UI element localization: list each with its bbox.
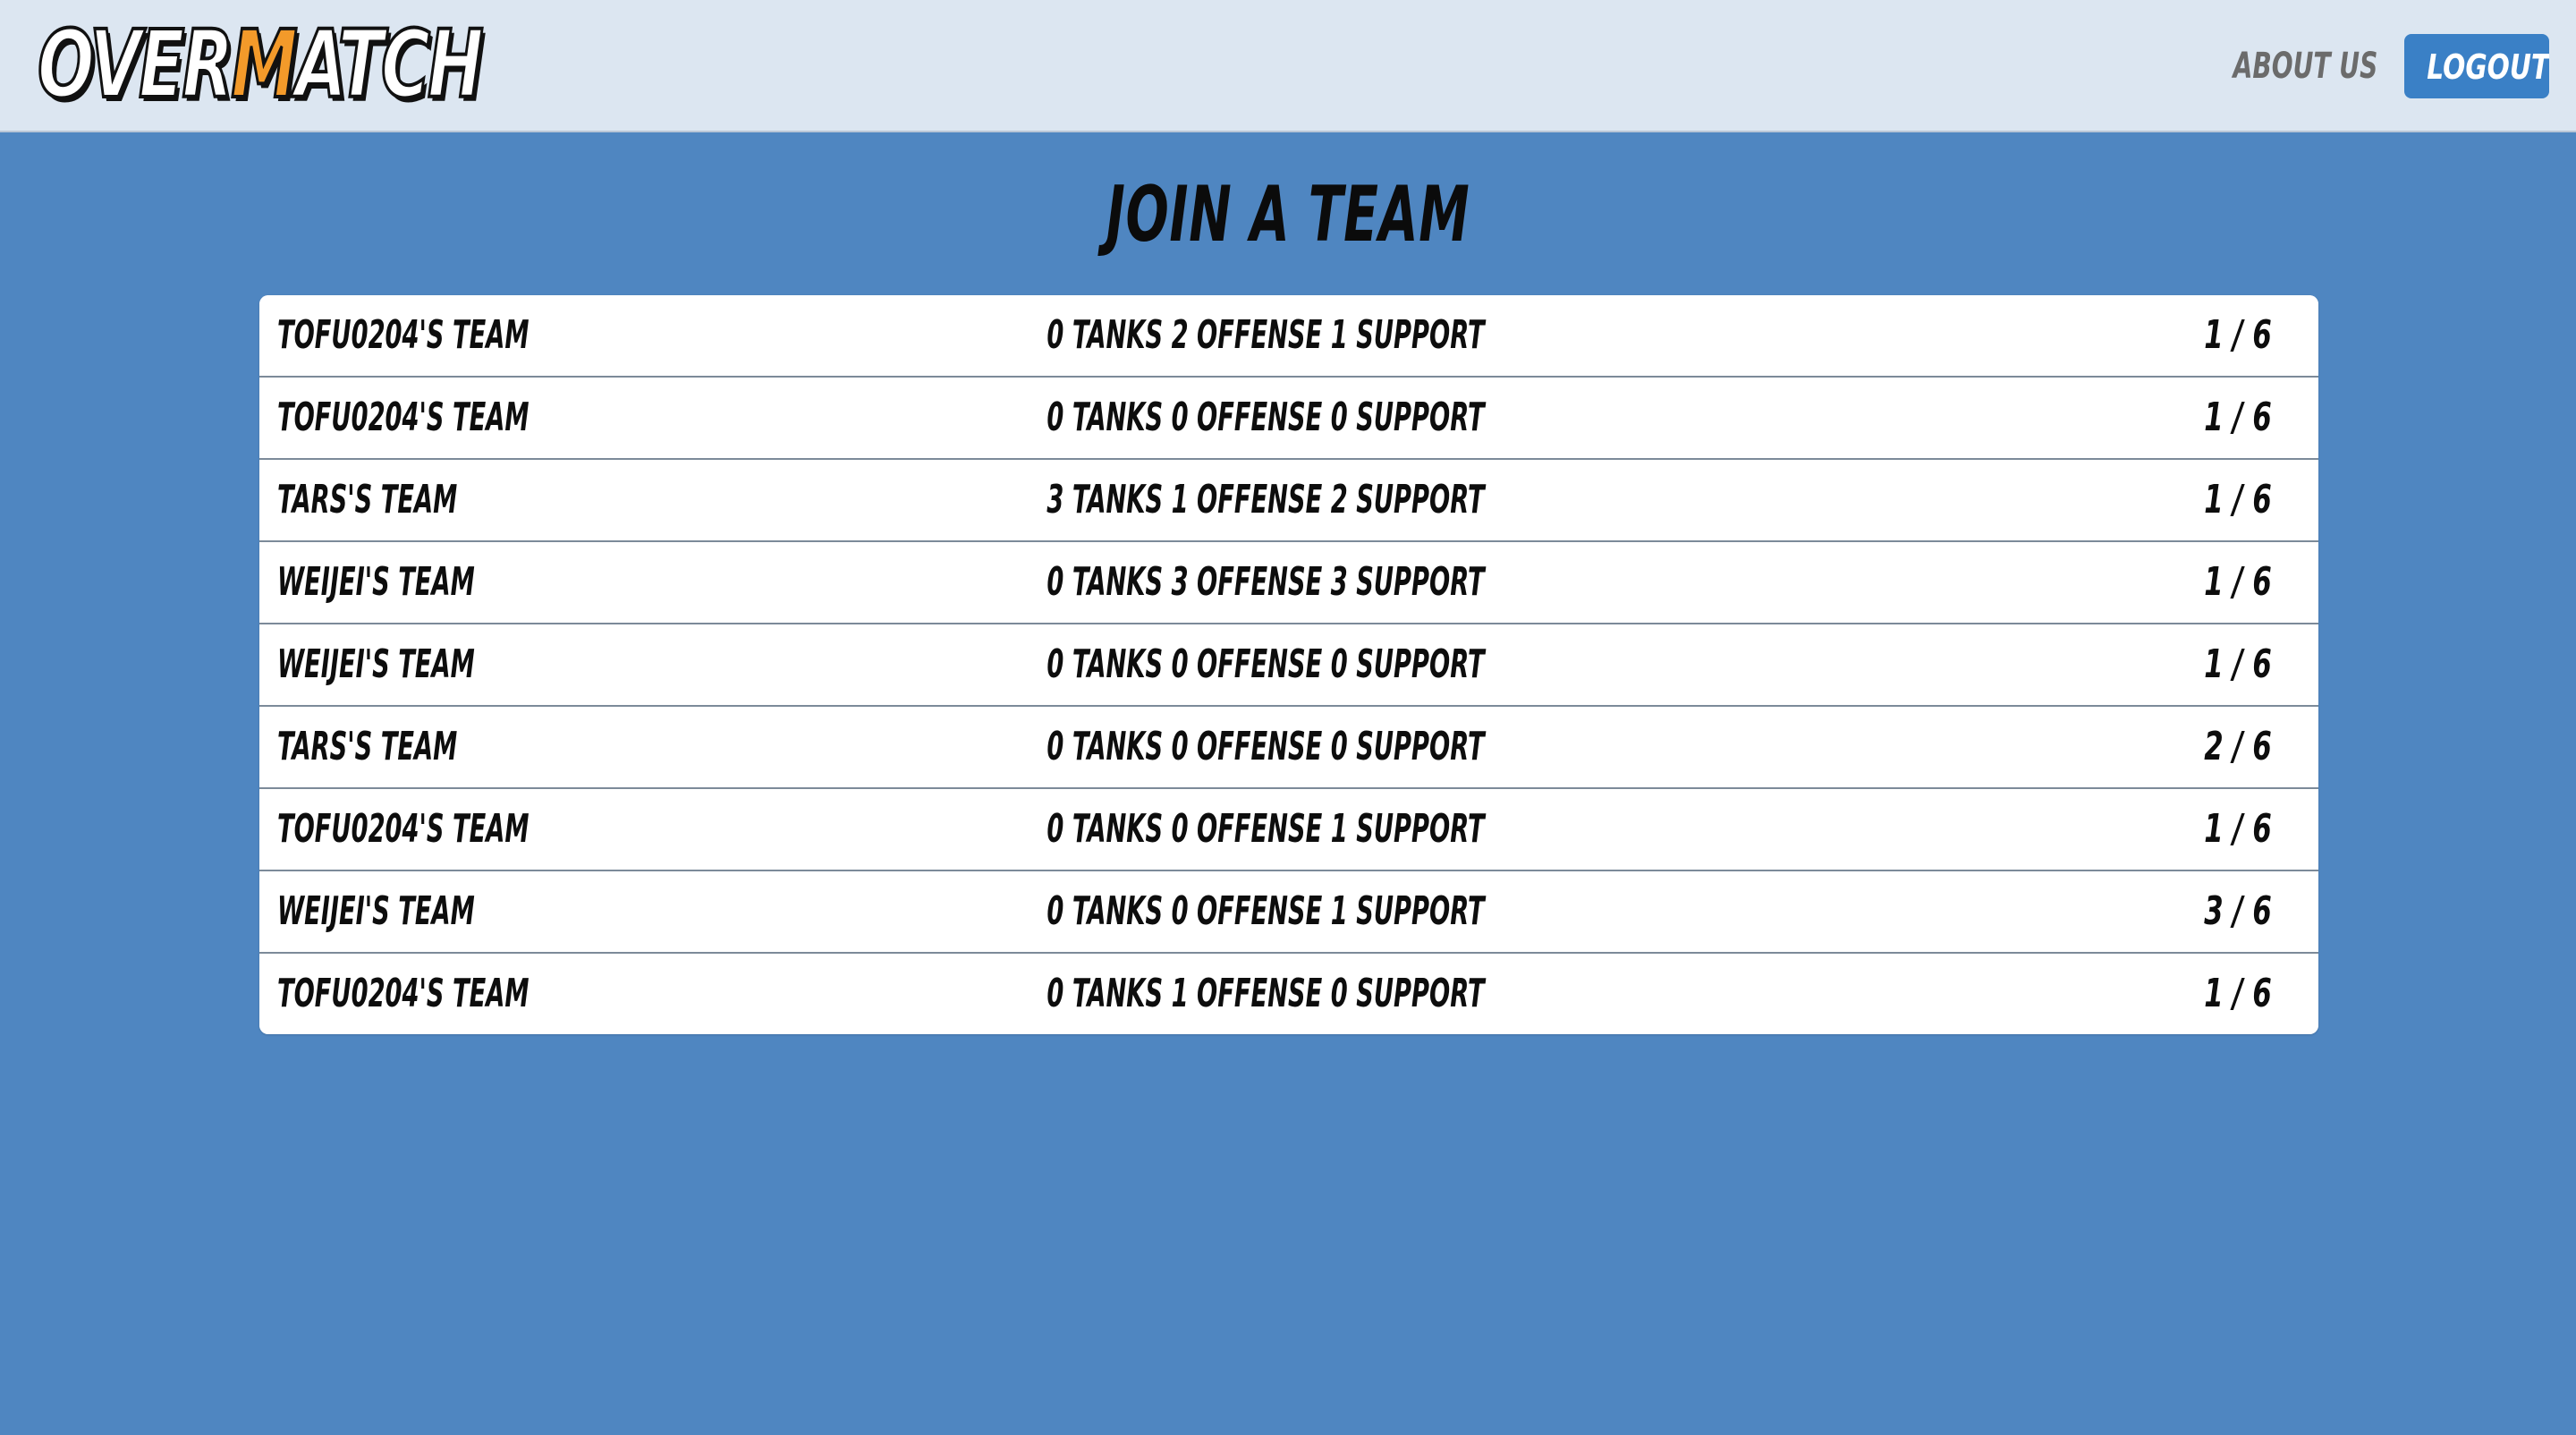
team-player-count-text: 1 / 6	[2204, 312, 2272, 358]
logout-button[interactable]: LOGOUT	[2404, 34, 2549, 98]
team-roles-text: 3 TANKS 1 OFFENSE 2 SUPPORT	[1046, 477, 1485, 522]
overmatch-logo[interactable]: OVERMATCH	[37, 14, 486, 115]
team-name: TOFU0204'S TEAM	[277, 312, 530, 358]
team-roles-text: 0 TANKS 0 OFFENSE 0 SUPPORT	[1046, 641, 1485, 687]
logo-prefix: OVER	[37, 10, 235, 119]
team-player-count-text: 1 / 6	[2204, 641, 2272, 687]
team-row[interactable]: TOFU0204'S TEAM 0 TANKS 0 OFFENSE 0 SUPP…	[259, 378, 2318, 460]
team-row[interactable]: TARS'S TEAM 0 TANKS 0 OFFENSE 0 SUPPORT …	[259, 707, 2318, 789]
team-roles-text: 0 TANKS 2 OFFENSE 1 SUPPORT	[1046, 312, 1485, 358]
team-roles-text: 0 TANKS 0 OFFENSE 0 SUPPORT	[1046, 724, 1485, 769]
team-row[interactable]: TARS'S TEAM 3 TANKS 1 OFFENSE 2 SUPPORT …	[259, 460, 2318, 542]
team-roles-text: 0 TANKS 0 OFFENSE 0 SUPPORT	[1046, 395, 1485, 440]
team-player-count-text: 1 / 6	[2204, 559, 2272, 605]
team-player-count-text: 1 / 6	[2204, 477, 2272, 522]
logo-suffix: ATCH	[293, 10, 485, 119]
team-player-count-text: 1 / 6	[2204, 395, 2272, 440]
team-player-count-text: 1 / 6	[2204, 971, 2272, 1016]
team-name: WEIJEI'S TEAM	[277, 641, 475, 687]
team-name: TOFU0204'S TEAM	[277, 395, 530, 440]
team-row[interactable]: WEIJEI'S TEAM 0 TANKS 3 OFFENSE 3 SUPPOR…	[259, 542, 2318, 624]
team-row[interactable]: WEIJEI'S TEAM 0 TANKS 0 OFFENSE 0 SUPPOR…	[259, 624, 2318, 707]
team-name: TOFU0204'S TEAM	[277, 971, 530, 1016]
team-roles-text: 0 TANKS 0 OFFENSE 1 SUPPORT	[1046, 888, 1485, 934]
team-row[interactable]: TOFU0204'S TEAM 0 TANKS 1 OFFENSE 0 SUPP…	[259, 954, 2318, 1034]
team-roles-text: 0 TANKS 0 OFFENSE 1 SUPPORT	[1046, 806, 1485, 852]
team-roles-text: 0 TANKS 1 OFFENSE 0 SUPPORT	[1046, 971, 1485, 1016]
team-roles-text: 0 TANKS 3 OFFENSE 3 SUPPORT	[1046, 559, 1485, 605]
team-list: TOFU0204'S TEAM 0 TANKS 2 OFFENSE 1 SUPP…	[259, 295, 2318, 1034]
team-player-count-text: 3 / 6	[2204, 888, 2272, 934]
team-row[interactable]: WEIJEI'S TEAM 0 TANKS 0 OFFENSE 1 SUPPOR…	[259, 871, 2318, 954]
team-name: TOFU0204'S TEAM	[277, 806, 530, 852]
team-player-count-text: 1 / 6	[2204, 806, 2272, 852]
team-row[interactable]: TOFU0204'S TEAM 0 TANKS 2 OFFENSE 1 SUPP…	[259, 295, 2318, 378]
page-title: JOIN A TEAM	[0, 170, 2576, 259]
team-row[interactable]: TOFU0204'S TEAM 0 TANKS 0 OFFENSE 1 SUPP…	[259, 789, 2318, 871]
page-title-text: JOIN A TEAM	[1106, 170, 1470, 259]
logo-accent-letter: M	[230, 10, 299, 119]
logout-label: LOGOUT	[2427, 47, 2549, 87]
team-name: WEIJEI'S TEAM	[277, 559, 475, 605]
navbar: OVERMATCH ABOUT US LOGOUT	[0, 0, 2576, 132]
team-name: WEIJEI'S TEAM	[277, 888, 475, 934]
team-name: TARS'S TEAM	[277, 724, 458, 769]
team-name: TARS'S TEAM	[277, 477, 458, 522]
about-us-link[interactable]: ABOUT US	[2233, 39, 2377, 93]
team-player-count-text: 2 / 6	[2204, 724, 2272, 769]
